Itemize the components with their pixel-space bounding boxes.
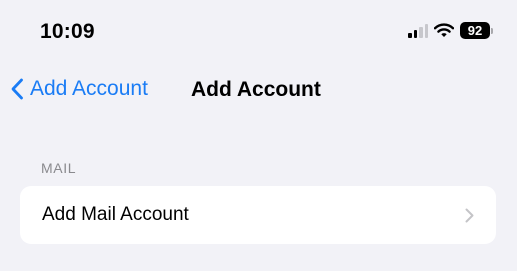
- battery-cap: [491, 27, 493, 34]
- wifi-icon: [434, 23, 454, 38]
- row-label: Add Mail Account: [42, 204, 189, 225]
- chevron-right-icon: [465, 208, 474, 223]
- status-time: 10:09: [40, 20, 95, 43]
- back-button-label: Add Account: [30, 77, 148, 100]
- status-icons: 92: [408, 22, 493, 39]
- section-header-mail: MAIL: [41, 160, 77, 176]
- navigation-bar: Add Account Add Account: [0, 64, 517, 120]
- chevron-left-icon: [10, 78, 24, 100]
- cellular-signal-icon: [408, 23, 428, 38]
- battery-level: 92: [460, 22, 490, 39]
- page-title: Add Account: [191, 78, 321, 101]
- add-mail-account-row[interactable]: Add Mail Account: [20, 186, 496, 244]
- battery-icon: 92: [460, 22, 493, 39]
- status-bar: 10:09 92: [0, 0, 517, 64]
- back-button[interactable]: Add Account: [10, 77, 148, 101]
- settings-group: Add Mail Account: [20, 186, 496, 244]
